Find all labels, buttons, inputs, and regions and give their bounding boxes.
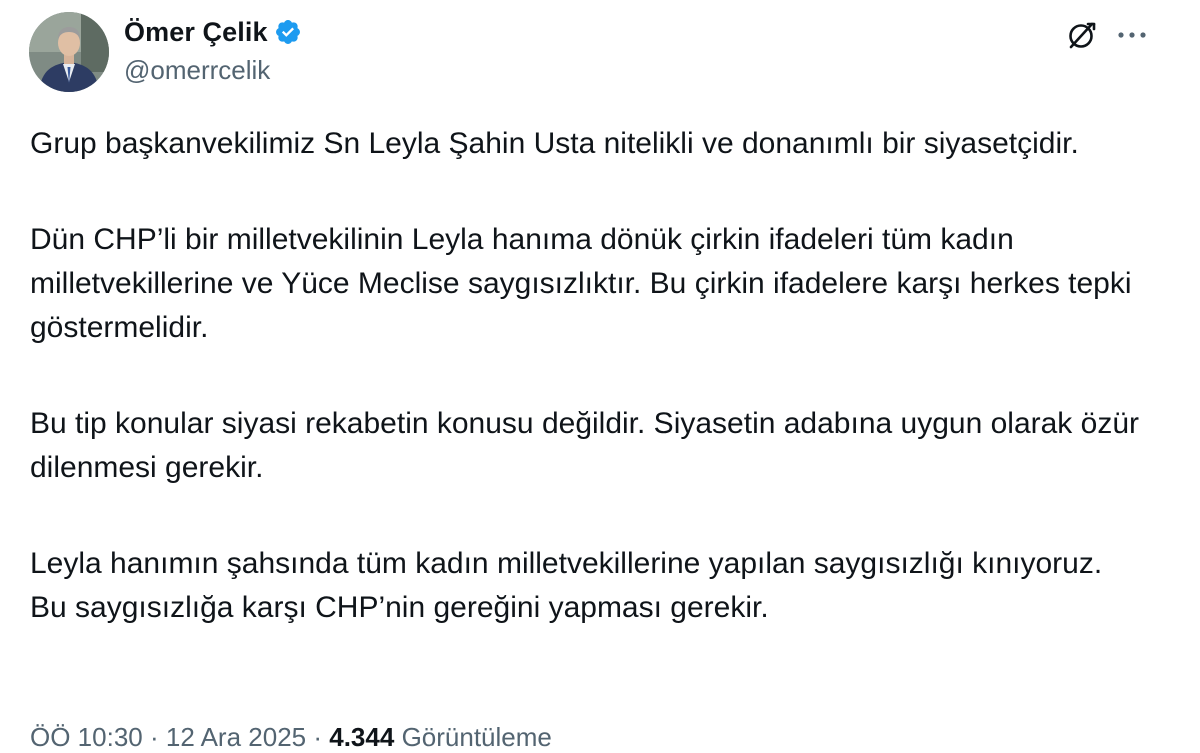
- tweet-time[interactable]: ÖÖ 10:30: [30, 722, 143, 752]
- tweet-meta: ÖÖ 10:30 · 12 Ara 2025 · 4.344 Görüntüle…: [30, 722, 552, 753]
- more-options-icon[interactable]: [1115, 18, 1149, 52]
- views-count: 4.344: [329, 722, 395, 752]
- tweet-text: Grup başkanvekilimiz Sn Leyla Şahin Usta…: [30, 122, 1140, 682]
- tweet-paragraph: Dün CHP’li bir milletvekilinin Leyla han…: [30, 223, 1132, 344]
- meta-separator: ·: [313, 722, 323, 752]
- avatar[interactable]: [29, 12, 109, 92]
- author-display-name[interactable]: Ömer Çelik: [124, 17, 268, 48]
- views-label: Görüntüleme: [401, 722, 552, 752]
- author-handle[interactable]: @omerrcelik: [124, 55, 270, 86]
- tweet-date[interactable]: 12 Ara 2025: [166, 722, 306, 752]
- author-name-row: Ömer Çelik: [124, 14, 302, 50]
- tweet-paragraph: Bu tip konular siyasi rekabetin konusu d…: [30, 407, 1140, 484]
- grok-icon[interactable]: [1064, 18, 1098, 52]
- profile-photo: [29, 12, 109, 92]
- tweet-paragraph: Grup başkanvekilimiz Sn Leyla Şahin Usta…: [30, 127, 1079, 160]
- tweet-paragraph: Leyla hanımın şahsında tüm kadın milletv…: [30, 547, 1103, 624]
- verified-badge-icon[interactable]: [274, 18, 302, 46]
- meta-separator: ·: [149, 722, 159, 752]
- tweet-card: Ömer Çelik @omerrcelik Grup başkanvekili…: [0, 0, 1200, 752]
